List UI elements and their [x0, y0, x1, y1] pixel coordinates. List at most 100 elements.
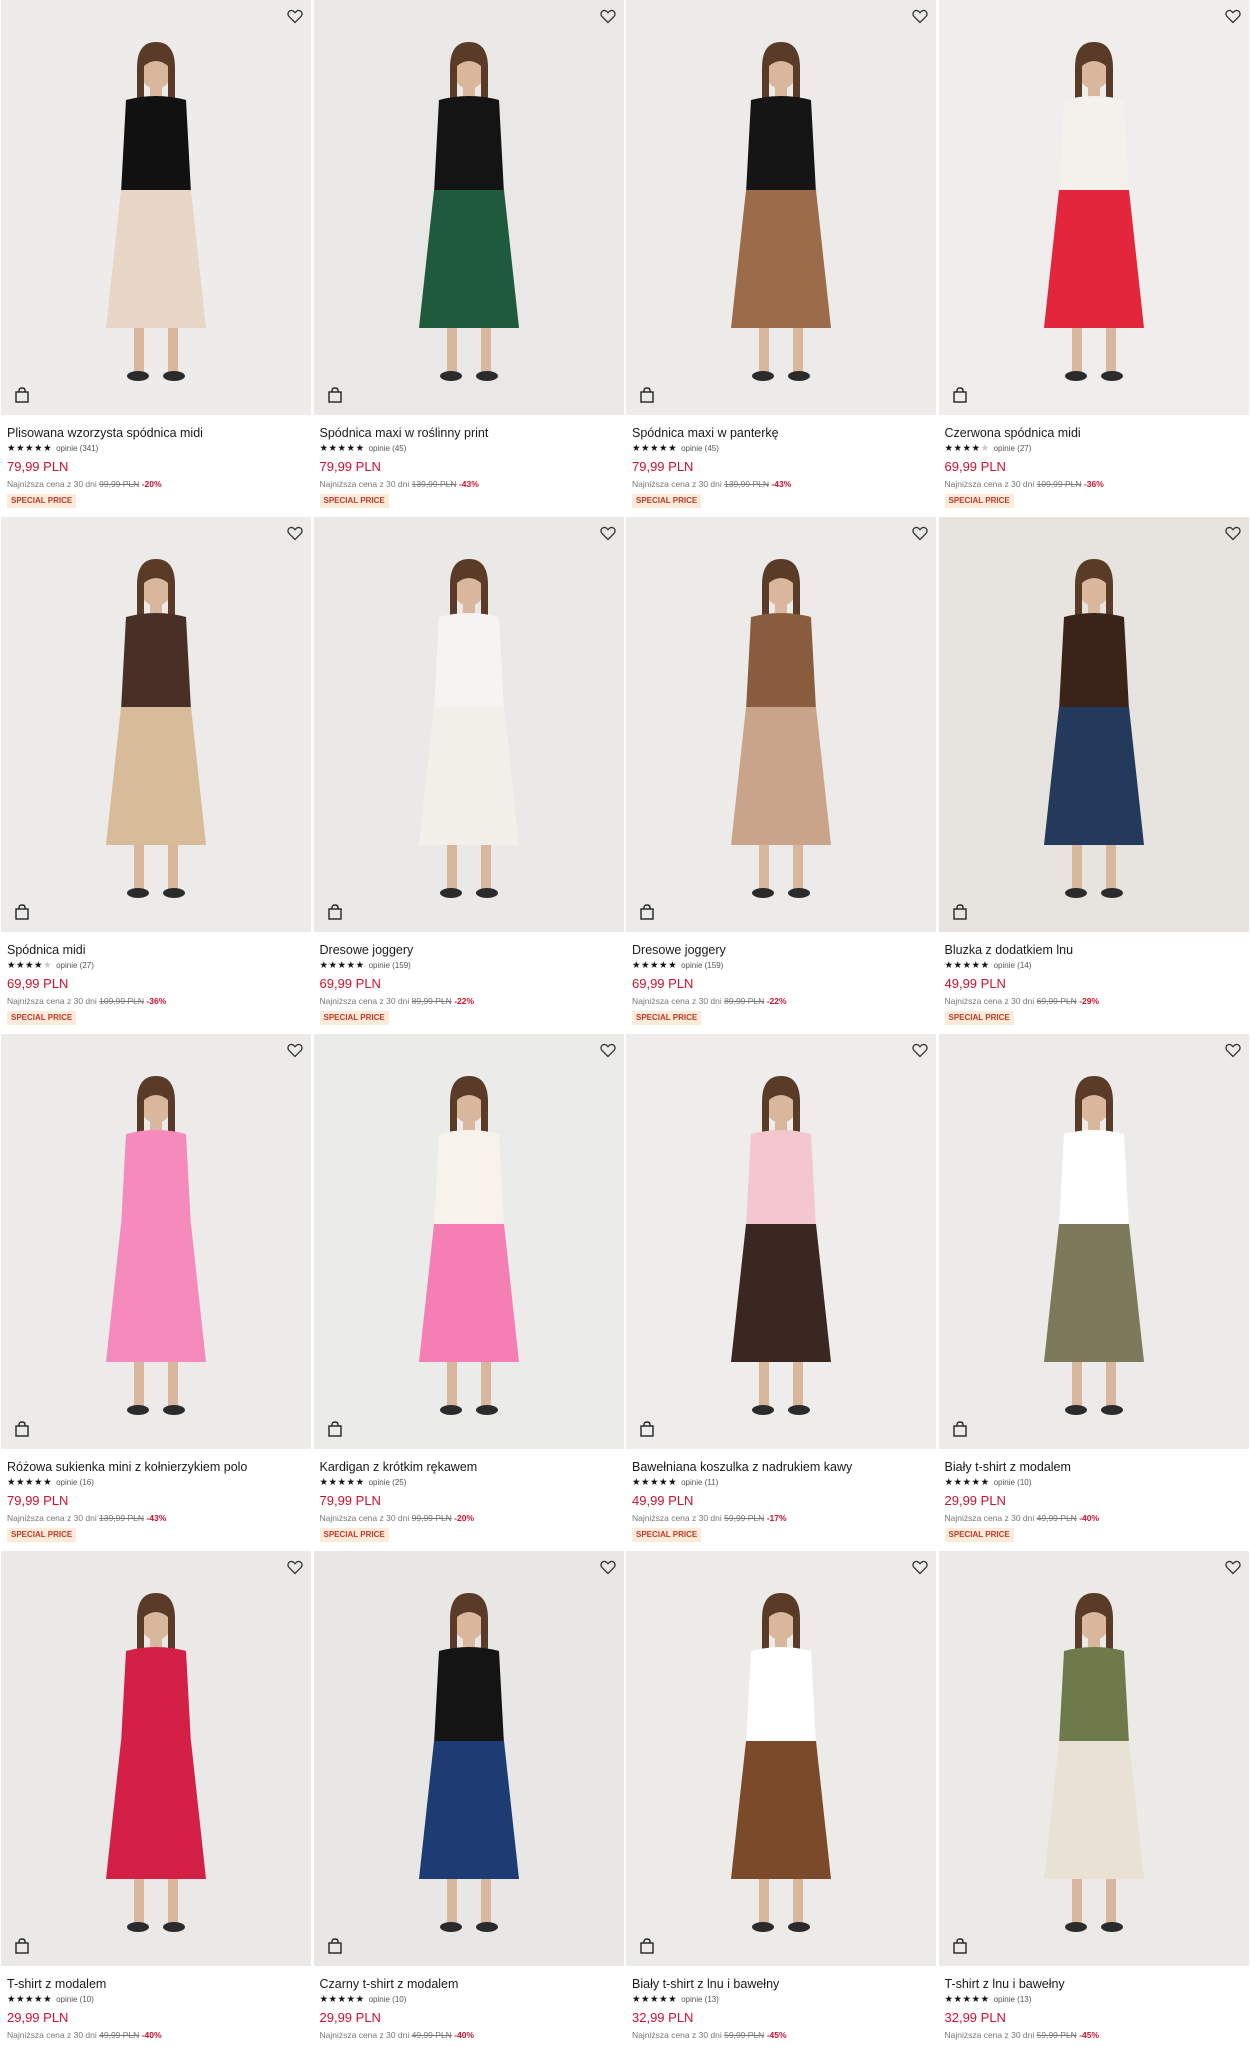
add-to-bag-icon[interactable]	[637, 902, 657, 922]
favorite-heart-icon[interactable]	[285, 6, 305, 26]
add-to-bag-icon[interactable]	[12, 385, 32, 405]
product-image[interactable]	[626, 517, 936, 932]
review-count[interactable]: opinie (10)	[369, 1994, 407, 2006]
add-to-bag-icon[interactable]	[637, 1419, 657, 1439]
product-name[interactable]: Spódnica midi	[7, 942, 306, 958]
product-image[interactable]	[1, 517, 311, 932]
product-card-6[interactable]: Dresowe joggery ★★★★★ opinie (159) 69,99…	[313, 517, 626, 1034]
review-count[interactable]: opinie (27)	[56, 960, 94, 972]
add-to-bag-icon[interactable]	[950, 1936, 970, 1956]
review-count[interactable]: opinie (13)	[994, 1994, 1032, 2006]
add-to-bag-icon[interactable]	[637, 1936, 657, 1956]
product-image[interactable]	[314, 517, 624, 932]
product-image[interactable]	[939, 1551, 1249, 1966]
review-count[interactable]: opinie (341)	[56, 443, 98, 455]
review-count[interactable]: opinie (159)	[369, 960, 411, 972]
add-to-bag-icon[interactable]	[325, 1936, 345, 1956]
favorite-heart-icon[interactable]	[1223, 1557, 1243, 1577]
product-card-4[interactable]: Czerwona spódnica midi ★★★★★ opinie (27)…	[938, 0, 1250, 517]
product-name[interactable]: Bluzka z dodatkiem lnu	[945, 942, 1244, 958]
review-count[interactable]: opinie (16)	[56, 1477, 94, 1489]
product-name[interactable]: Różowa sukienka mini z kołnierzykiem pol…	[7, 1459, 306, 1475]
product-image[interactable]	[314, 1551, 624, 1966]
product-name[interactable]: Czerwona spódnica midi	[945, 425, 1244, 441]
favorite-heart-icon[interactable]	[598, 1557, 618, 1577]
favorite-heart-icon[interactable]	[910, 6, 930, 26]
favorite-heart-icon[interactable]	[1223, 6, 1243, 26]
review-count[interactable]: opinie (159)	[681, 960, 723, 972]
add-to-bag-icon[interactable]	[12, 1936, 32, 1956]
product-card-16[interactable]: T-shirt z lnu i bawełny ★★★★★ opinie (13…	[938, 1551, 1250, 2068]
favorite-heart-icon[interactable]	[285, 1040, 305, 1060]
product-card-12[interactable]: Biały t-shirt z modalem ★★★★★ opinie (10…	[938, 1034, 1250, 1551]
favorite-heart-icon[interactable]	[598, 1040, 618, 1060]
lowest-price-label: Najniższa cena z 30 dni	[7, 1513, 99, 1523]
add-to-bag-icon[interactable]	[325, 902, 345, 922]
product-card-5[interactable]: Spódnica midi ★★★★★ opinie (27) 69,99 PL…	[0, 517, 313, 1034]
review-count[interactable]: opinie (11)	[681, 1477, 718, 1489]
product-card-10[interactable]: Kardigan z krótkim rękawem ★★★★★ opinie …	[313, 1034, 626, 1551]
product-card-8[interactable]: Bluzka z dodatkiem lnu ★★★★★ opinie (14)…	[938, 517, 1250, 1034]
product-image[interactable]	[1, 1551, 311, 1966]
product-card-9[interactable]: Różowa sukienka mini z kołnierzykiem pol…	[0, 1034, 313, 1551]
favorite-heart-icon[interactable]	[910, 523, 930, 543]
add-to-bag-icon[interactable]	[950, 902, 970, 922]
product-name[interactable]: Spódnica maxi w roślinny print	[320, 425, 619, 441]
product-card-7[interactable]: Dresowe joggery ★★★★★ opinie (159) 69,99…	[625, 517, 938, 1034]
product-name[interactable]: Dresowe joggery	[632, 942, 931, 958]
review-count[interactable]: opinie (13)	[681, 1994, 719, 2006]
add-to-bag-icon[interactable]	[325, 1419, 345, 1439]
product-image[interactable]	[939, 517, 1249, 932]
product-card-15[interactable]: Biały t-shirt z lnu i bawełny ★★★★★ opin…	[625, 1551, 938, 2068]
favorite-heart-icon[interactable]	[285, 523, 305, 543]
product-name[interactable]: T-shirt z modalem	[7, 1976, 306, 1992]
product-image[interactable]	[939, 0, 1249, 415]
favorite-heart-icon[interactable]	[598, 6, 618, 26]
review-count[interactable]: opinie (45)	[681, 443, 719, 455]
add-to-bag-icon[interactable]	[12, 902, 32, 922]
review-count[interactable]: opinie (27)	[994, 443, 1032, 455]
add-to-bag-icon[interactable]	[637, 385, 657, 405]
product-name[interactable]: T-shirt z lnu i bawełny	[945, 1976, 1244, 1992]
product-name[interactable]: Czarny t-shirt z modalem	[320, 1976, 619, 1992]
favorite-heart-icon[interactable]	[285, 1557, 305, 1577]
review-count[interactable]: opinie (45)	[369, 443, 407, 455]
product-image[interactable]	[1, 0, 311, 415]
add-to-bag-icon[interactable]	[12, 1419, 32, 1439]
product-card-11[interactable]: Bawełniana koszulka z nadrukiem kawy ★★★…	[625, 1034, 938, 1551]
review-count[interactable]: opinie (14)	[994, 960, 1032, 972]
product-image[interactable]	[626, 1551, 936, 1966]
lowest-price-info: Najniższa cena z 30 dni 49,99 PLN -40%	[320, 2029, 619, 2041]
product-card-3[interactable]: Spódnica maxi w panterkę ★★★★★ opinie (4…	[625, 0, 938, 517]
product-image[interactable]	[939, 1034, 1249, 1449]
review-count[interactable]: opinie (10)	[56, 1994, 94, 2006]
favorite-heart-icon[interactable]	[1223, 523, 1243, 543]
product-image[interactable]	[314, 1034, 624, 1449]
old-price: 69,99 PLN	[1037, 996, 1077, 1006]
favorite-heart-icon[interactable]	[910, 1040, 930, 1060]
product-image[interactable]	[626, 0, 936, 415]
product-name[interactable]: Bawełniana koszulka z nadrukiem kawy	[632, 1459, 931, 1475]
add-to-bag-icon[interactable]	[950, 1419, 970, 1439]
product-name[interactable]: Kardigan z krótkim rękawem	[320, 1459, 619, 1475]
product-image[interactable]	[1, 1034, 311, 1449]
review-count[interactable]: opinie (10)	[994, 1477, 1032, 1489]
product-name[interactable]: Biały t-shirt z modalem	[945, 1459, 1244, 1475]
product-name[interactable]: Dresowe joggery	[320, 942, 619, 958]
product-name[interactable]: Spódnica maxi w panterkę	[632, 425, 931, 441]
review-count[interactable]: opinie (25)	[369, 1477, 407, 1489]
product-card-13[interactable]: T-shirt z modalem ★★★★★ opinie (10) 29,9…	[0, 1551, 313, 2068]
product-image[interactable]	[314, 0, 624, 415]
product-card-14[interactable]: Czarny t-shirt z modalem ★★★★★ opinie (1…	[313, 1551, 626, 2068]
add-to-bag-icon[interactable]	[950, 385, 970, 405]
add-to-bag-icon[interactable]	[325, 385, 345, 405]
product-card-1[interactable]: Plisowana wzorzysta spódnica midi ★★★★★ …	[0, 0, 313, 517]
favorite-heart-icon[interactable]	[598, 523, 618, 543]
product-info: T-shirt z lnu i bawełny ★★★★★ opinie (13…	[939, 1966, 1250, 2041]
product-image[interactable]	[626, 1034, 936, 1449]
product-name[interactable]: Biały t-shirt z lnu i bawełny	[632, 1976, 931, 1992]
product-card-2[interactable]: Spódnica maxi w roślinny print ★★★★★ opi…	[313, 0, 626, 517]
product-name[interactable]: Plisowana wzorzysta spódnica midi	[7, 425, 306, 441]
favorite-heart-icon[interactable]	[1223, 1040, 1243, 1060]
favorite-heart-icon[interactable]	[910, 1557, 930, 1577]
